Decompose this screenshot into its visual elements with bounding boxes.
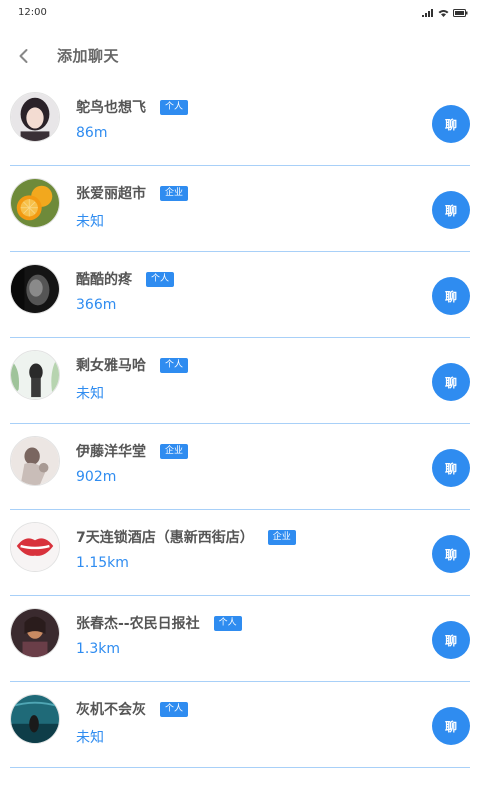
contact-list: 鸵鸟也想飞 个人 86m 聊 张爱丽超市 企业 未知 聊 酷酷的疼 个人 366…	[0, 80, 480, 768]
contact-name: 张春杰--农民日报社	[76, 616, 200, 632]
chat-button[interactable]: 聊	[432, 277, 470, 315]
type-badge: 个人	[160, 99, 189, 115]
distance: 未知	[76, 386, 104, 402]
distance: 未知	[76, 730, 104, 746]
name-row: 张爱丽超市 企业	[76, 183, 189, 203]
chat-button[interactable]: 聊	[432, 707, 470, 745]
avatar	[10, 178, 60, 228]
distance: 366m	[76, 297, 117, 313]
contact-item[interactable]: 张爱丽超市 企业 未知 聊	[0, 166, 480, 252]
header: 添加聊天	[0, 36, 480, 76]
chat-button[interactable]: 聊	[432, 191, 470, 229]
chat-button[interactable]: 聊	[432, 621, 470, 659]
contact-name: 灰机不会灰	[76, 702, 146, 718]
wifi-icon	[438, 10, 449, 17]
contact-name: 7天连锁酒店（惠新西街店）	[76, 530, 254, 546]
distance: 902m	[76, 469, 117, 485]
type-badge: 个人	[146, 271, 175, 287]
name-row: 鸵鸟也想飞 个人	[76, 97, 189, 117]
contact-name: 剩女雅马哈	[76, 358, 146, 374]
name-row: 灰机不会灰 个人	[76, 699, 189, 719]
type-badge: 个人	[160, 357, 189, 373]
type-badge: 个人	[160, 701, 189, 717]
contact-name: 酷酷的疼	[76, 272, 132, 288]
name-row: 7天连锁酒店（惠新西街店） 企业	[76, 527, 296, 547]
contact-item[interactable]: 剩女雅马哈 个人 未知 聊	[0, 338, 480, 424]
status-time: 12:00	[18, 7, 47, 18]
contact-item[interactable]: 鸵鸟也想飞 个人 86m 聊	[0, 80, 480, 166]
chat-button[interactable]: 聊	[432, 449, 470, 487]
distance: 1.3km	[76, 641, 121, 657]
signal-icon	[422, 9, 433, 17]
type-badge: 企业	[160, 443, 189, 459]
avatar	[10, 264, 60, 314]
chat-button[interactable]: 聊	[432, 535, 470, 573]
page-title: 添加聊天	[57, 47, 120, 65]
contact-name: 伊藤洋华堂	[76, 444, 146, 460]
status-bar: 12:00	[0, 0, 480, 26]
avatar	[10, 608, 60, 658]
name-row: 张春杰--农民日报社 个人	[76, 613, 242, 633]
battery-icon	[453, 9, 468, 17]
distance: 1.15km	[76, 555, 129, 571]
contact-item[interactable]: 酷酷的疼 个人 366m 聊	[0, 252, 480, 338]
avatar	[10, 522, 60, 572]
avatar	[10, 436, 60, 486]
contact-item[interactable]: 张春杰--农民日报社 个人 1.3km 聊	[0, 596, 480, 682]
avatar	[10, 694, 60, 744]
type-badge: 企业	[160, 185, 189, 201]
contact-name: 张爱丽超市	[76, 186, 146, 202]
name-row: 酷酷的疼 个人	[76, 269, 175, 289]
chat-button[interactable]: 聊	[432, 363, 470, 401]
name-row: 伊藤洋华堂 企业	[76, 441, 189, 461]
contact-item[interactable]: 伊藤洋华堂 企业 902m 聊	[0, 424, 480, 510]
contact-item[interactable]: 7天连锁酒店（惠新西街店） 企业 1.15km 聊	[0, 510, 480, 596]
type-badge: 个人	[213, 615, 242, 631]
contact-item[interactable]: 灰机不会灰 个人 未知 聊	[0, 682, 480, 768]
contact-name: 鸵鸟也想飞	[76, 100, 146, 116]
name-row: 剩女雅马哈 个人	[76, 355, 189, 375]
avatar	[10, 92, 60, 142]
chevron-left-icon[interactable]	[14, 46, 34, 66]
type-badge: 企业	[267, 529, 296, 545]
status-icons	[422, 9, 468, 17]
distance: 未知	[76, 214, 104, 230]
avatar	[10, 350, 60, 400]
chat-button[interactable]: 聊	[432, 105, 470, 143]
distance: 86m	[76, 125, 108, 141]
divider	[10, 767, 470, 768]
